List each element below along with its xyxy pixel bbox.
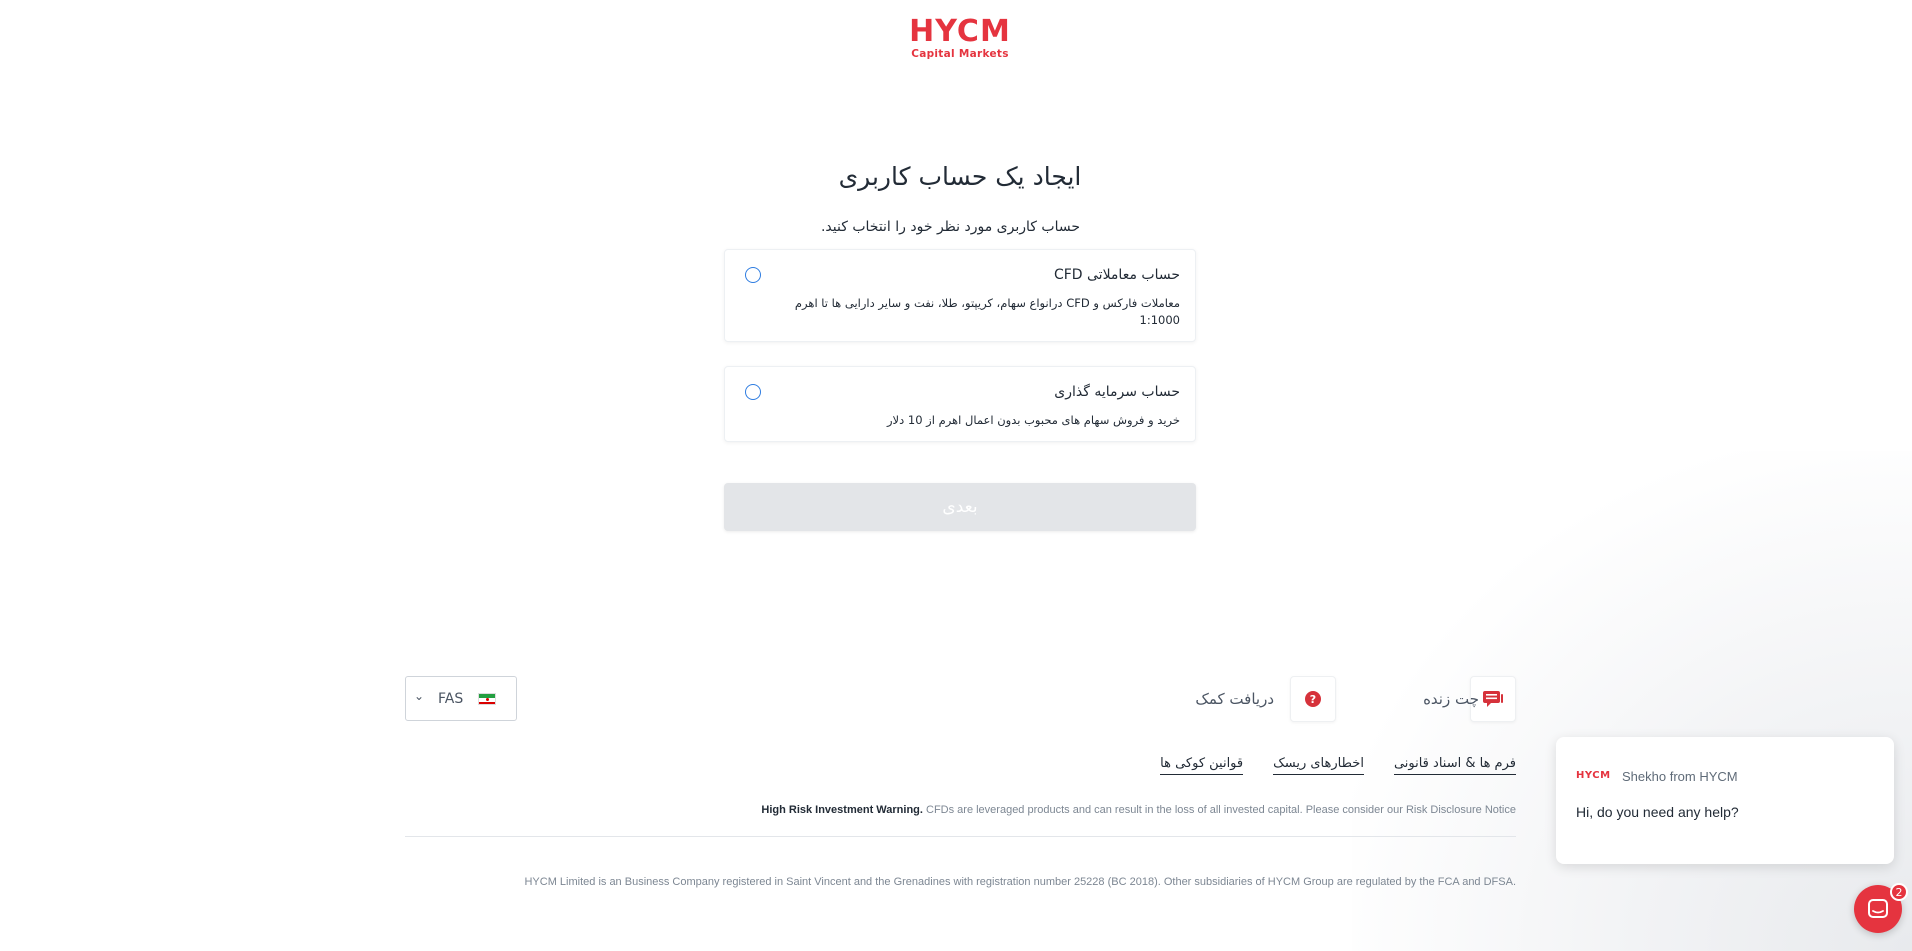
account-option-title: حساب معاملاتی CFD bbox=[1053, 267, 1180, 283]
page-title: ایجاد یک حساب کاربری bbox=[838, 162, 1082, 191]
chat-message: Hi, do you need any help? bbox=[1576, 804, 1739, 820]
page-subtitle: حساب کاربری مورد نظر خود را انتخاب کنید. bbox=[820, 219, 1080, 235]
account-radio-investment[interactable] bbox=[745, 384, 761, 400]
account-option-investment[interactable]: حساب سرمایه گذاری خرید و فروش سهام های م… bbox=[724, 366, 1196, 442]
get-help-label[interactable]: دریافت کمک bbox=[1195, 690, 1274, 708]
logo-tagline: Capital Markets bbox=[911, 48, 1009, 60]
next-button[interactable]: بعدی bbox=[724, 483, 1196, 531]
risk-warning-text: CFDs are leveraged products and can resu… bbox=[922, 804, 1516, 816]
question-icon: ? bbox=[1305, 691, 1321, 707]
footer-links: فرم ها & اسناد قانونی اخطارهای ریسک قوان… bbox=[1160, 756, 1516, 775]
account-option-description: معاملات فارکس و CFD درانواع سهام، کریپتو… bbox=[794, 296, 1180, 327]
chat-popup[interactable]: HYCM Shekho from HYCM Hi, do you need an… bbox=[1556, 737, 1894, 864]
account-option-description: خرید و فروش سهام های محبوب بدون اعمال اه… bbox=[887, 413, 1180, 427]
iran-flag-icon bbox=[478, 693, 496, 705]
unread-badge: 2 bbox=[1890, 883, 1908, 901]
risk-warning-title: High Risk Investment Warning. bbox=[761, 804, 923, 816]
chat-sender: Shekho from HYCM bbox=[1622, 769, 1738, 784]
account-option-title: حساب سرمایه گذاری bbox=[1054, 384, 1180, 400]
chat-launcher-button[interactable]: 2 bbox=[1854, 883, 1908, 933]
chat-avatar-logo: HYCM bbox=[1576, 770, 1611, 781]
footer-link-risk-warnings[interactable]: اخطارهای ریسک bbox=[1273, 756, 1364, 775]
chevron-down-icon: ⌄ bbox=[414, 689, 425, 703]
account-radio-cfd[interactable] bbox=[745, 267, 761, 283]
registration-notice: HYCM Limited is an Business Company regi… bbox=[524, 876, 1516, 888]
chat-bubble-icon bbox=[1483, 691, 1503, 707]
risk-warning: High Risk Investment Warning. CFDs are l… bbox=[406, 804, 1516, 816]
messenger-icon bbox=[1868, 899, 1888, 918]
logo-wordmark: HYCM bbox=[909, 14, 1011, 49]
footer-link-cookie-policy[interactable]: قوانین کوکی ها bbox=[1160, 756, 1244, 775]
language-select[interactable]: ⌄ FAS bbox=[405, 676, 517, 721]
hycm-logo[interactable]: HYCM Capital Markets bbox=[0, 14, 1912, 61]
footer-divider bbox=[405, 836, 1516, 837]
live-chat-label[interactable]: چت زنده bbox=[1423, 690, 1479, 708]
get-help-button[interactable]: ? bbox=[1290, 676, 1336, 722]
account-option-cfd[interactable]: حساب معاملاتی CFD معاملات فارکس و CFD در… bbox=[724, 249, 1196, 342]
language-code: FAS bbox=[438, 691, 464, 707]
footer-link-legal-documents[interactable]: فرم ها & اسناد قانونی bbox=[1393, 756, 1516, 775]
